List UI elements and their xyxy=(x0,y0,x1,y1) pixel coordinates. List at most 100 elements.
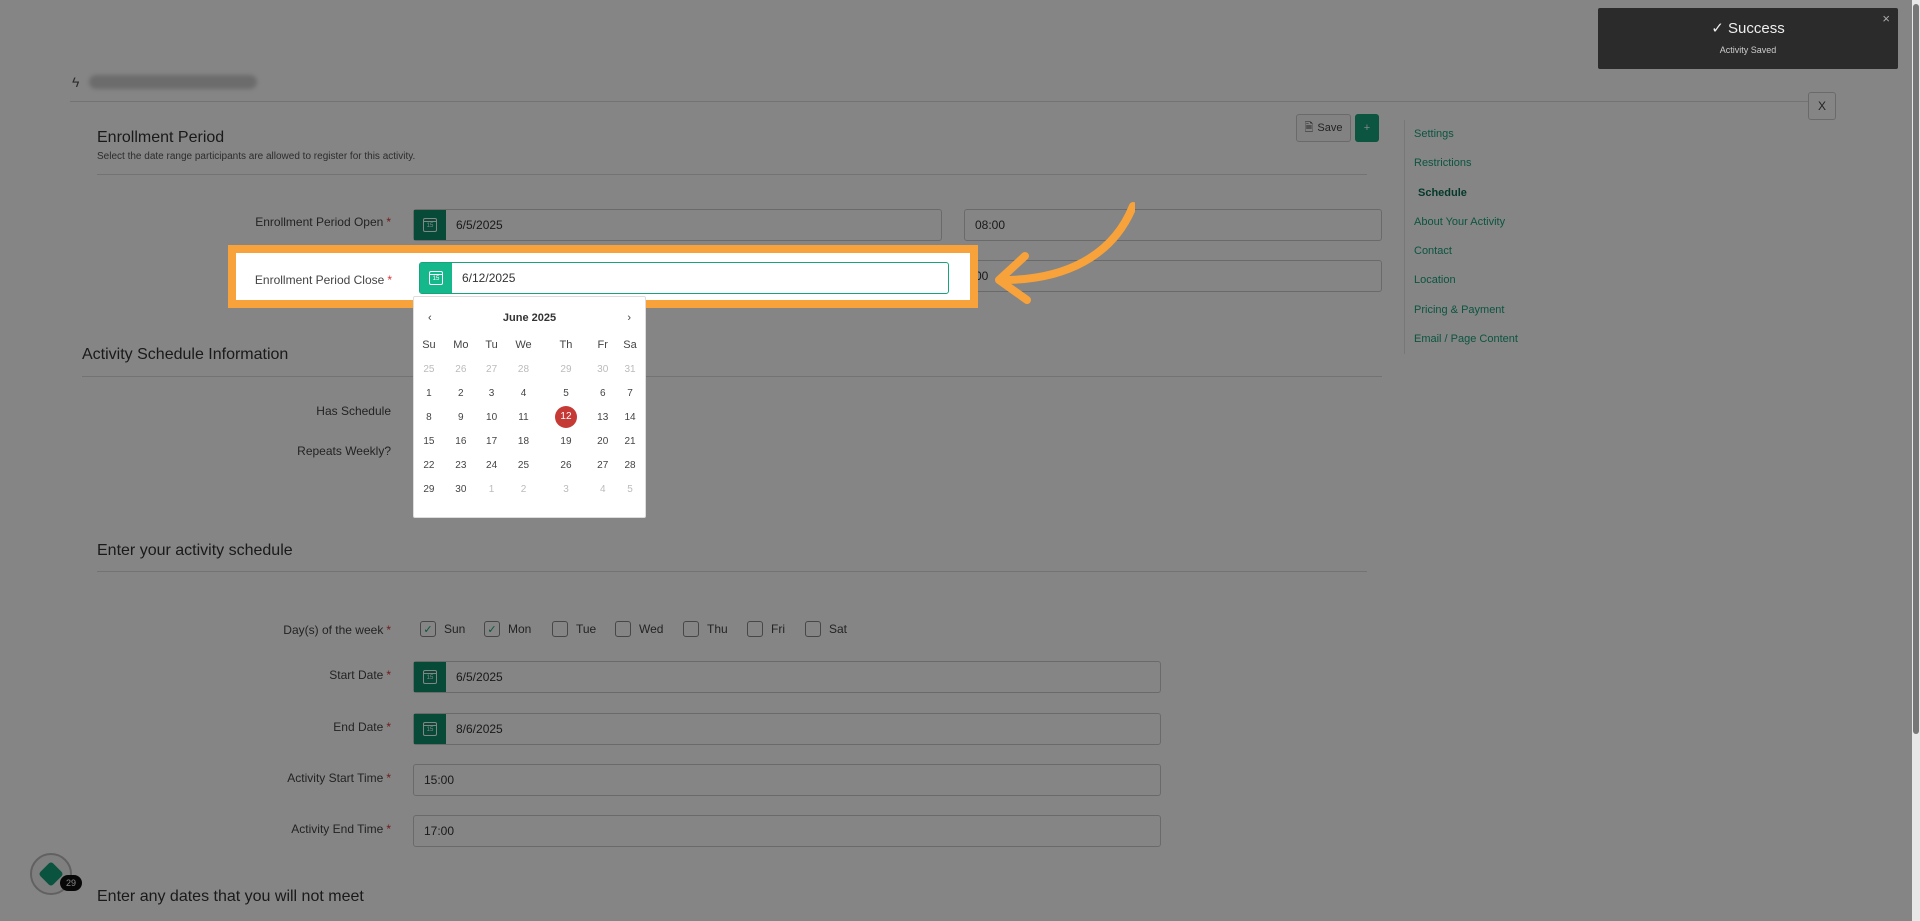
check-circle-icon: ✓ xyxy=(1711,20,1724,37)
calendar-day-number: 2 xyxy=(520,483,527,495)
calendar-day-number: 27 xyxy=(486,363,498,375)
calendar-day[interactable]: 29 xyxy=(542,357,591,381)
dim-overlay xyxy=(0,0,1920,921)
weekday-header: Sa xyxy=(623,339,637,351)
weekday-header: Fr xyxy=(597,339,608,351)
toast-title-text: Success xyxy=(1728,20,1785,37)
calendar-day-number: 26 xyxy=(455,363,467,375)
calendar-day-number: 31 xyxy=(624,363,636,375)
calendar-day[interactable]: 14 xyxy=(615,405,645,429)
calendar-day-number: 11 xyxy=(518,411,529,423)
calendar-day[interactable]: 1 xyxy=(414,381,444,405)
calendar-day-number: 25 xyxy=(517,459,530,471)
date-picker: ‹ June 2025 › Su Mo Tu We Th Fr Sa 25 26 27 28 29 3… xyxy=(413,296,646,518)
calendar-day-number: 28 xyxy=(624,459,636,471)
calendar-day-number: 25 xyxy=(423,363,435,375)
calendar-day-number: 7 xyxy=(627,387,633,399)
calendar-day[interactable]: 5 xyxy=(542,381,591,405)
calendar-day[interactable]: 3 xyxy=(478,381,506,405)
calendar-day-number: 4 xyxy=(520,387,527,399)
calendar-day-number: 30 xyxy=(455,483,467,495)
calendar-day[interactable]: 4 xyxy=(590,477,615,501)
calendar-day[interactable]: 22 xyxy=(414,453,444,477)
calendar-day[interactable]: 30 xyxy=(590,357,615,381)
calendar-day-selected[interactable]: 12 xyxy=(542,405,591,429)
calendar-icon[interactable] xyxy=(420,263,452,293)
calendar-day[interactable]: 29 xyxy=(414,477,444,501)
enrollment-close-date-field[interactable]: 6/12/2025 xyxy=(419,262,949,294)
calendar-day[interactable]: 4 xyxy=(505,381,541,405)
weekday-header: Th xyxy=(559,339,573,351)
calendar-day[interactable]: 15 xyxy=(414,429,444,453)
calendar-day[interactable]: 16 xyxy=(444,429,478,453)
success-toast: ✓ Success Activity Saved × xyxy=(1598,8,1898,69)
calendar-day-number: 3 xyxy=(488,387,495,399)
calendar-day[interactable]: 1 xyxy=(478,477,506,501)
prev-month-button[interactable]: ‹ xyxy=(428,312,432,324)
calendar-day[interactable]: 9 xyxy=(444,405,478,429)
calendar-day[interactable]: 31 xyxy=(615,357,645,381)
calendar-day[interactable]: 28 xyxy=(505,357,541,381)
calendar-day[interactable]: 26 xyxy=(542,453,591,477)
weekday-header: Mo xyxy=(453,339,469,351)
next-month-button[interactable]: › xyxy=(627,312,631,324)
enrollment-close-date-value: 6/12/2025 xyxy=(462,271,516,285)
toast-close-button[interactable]: × xyxy=(1882,11,1890,26)
scrollbar[interactable] xyxy=(1912,0,1920,921)
calendar-day-number: 1 xyxy=(488,483,495,495)
calendar-day[interactable]: 5 xyxy=(615,477,645,501)
calendar-day[interactable]: 3 xyxy=(542,477,591,501)
calendar-month: June 2025 xyxy=(502,312,557,324)
calendar-day[interactable]: 2 xyxy=(505,477,541,501)
calendar-day-number: 29 xyxy=(560,363,572,375)
calendar-day-number: 2 xyxy=(458,387,464,399)
calendar-day[interactable]: 17 xyxy=(478,429,506,453)
calendar-day[interactable]: 27 xyxy=(478,357,506,381)
calendar-day-number: 10 xyxy=(486,411,498,423)
calendar-day[interactable]: 27 xyxy=(590,453,615,477)
scrollbar-thumb[interactable] xyxy=(1913,4,1919,734)
enrollment-close-label-text: Enrollment Period Close xyxy=(254,273,385,287)
calendar-day[interactable]: 26 xyxy=(444,357,478,381)
calendar-day-number: 3 xyxy=(563,483,569,495)
weekday-header: Tu xyxy=(485,339,498,351)
calendar-day-number: 29 xyxy=(423,483,435,495)
calendar-day[interactable]: 20 xyxy=(590,429,615,453)
calendar-day[interactable]: 11 xyxy=(505,405,541,429)
enrollment-close-label: Enrollment Period Close * xyxy=(236,273,392,287)
calendar-day-number: 13 xyxy=(597,411,609,423)
calendar-day-number: 8 xyxy=(426,411,432,423)
calendar-grid: Su Mo Tu We Th Fr Sa 25 26 27 28 29 30 31 1 2 3 4 5 6 7 8 9 10… xyxy=(414,333,645,501)
calendar-day-number: 26 xyxy=(560,459,572,471)
calendar-day[interactable]: 19 xyxy=(542,429,591,453)
calendar-day[interactable]: 24 xyxy=(478,453,506,477)
annotation-arrow xyxy=(995,202,1135,304)
calendar-day[interactable]: 13 xyxy=(590,405,615,429)
calendar-day-number: 4 xyxy=(599,483,606,495)
calendar-day[interactable]: 30 xyxy=(444,477,478,501)
calendar-day-number: 6 xyxy=(599,387,606,399)
calendar-day[interactable]: 21 xyxy=(615,429,645,453)
toast-title: ✓ Success xyxy=(1598,19,1898,37)
calendar-day-number: 20 xyxy=(597,435,609,447)
calendar-day-number: 24 xyxy=(486,459,498,471)
calendar-day-number: 9 xyxy=(458,411,464,423)
calendar-day[interactable]: 18 xyxy=(505,429,541,453)
calendar-day[interactable]: 8 xyxy=(414,405,444,429)
calendar-day[interactable]: 25 xyxy=(505,453,541,477)
weekday-header: We xyxy=(515,339,532,351)
calendar-day-number: 22 xyxy=(423,459,435,471)
calendar-day-number: 16 xyxy=(455,435,467,447)
calendar-day-number: 5 xyxy=(627,483,633,495)
calendar-day[interactable]: 10 xyxy=(478,405,506,429)
calendar-day[interactable]: 23 xyxy=(444,453,478,477)
calendar-day[interactable]: 7 xyxy=(615,381,645,405)
calendar-day[interactable]: 2 xyxy=(444,381,478,405)
calendar-day-number: 19 xyxy=(560,435,572,447)
calendar-day[interactable]: 28 xyxy=(615,453,645,477)
calendar-day-number: 5 xyxy=(563,387,569,399)
calendar-day[interactable]: 6 xyxy=(590,381,615,405)
calendar-day[interactable]: 25 xyxy=(414,357,444,381)
calendar-day-number: 18 xyxy=(517,435,530,447)
calendar-day-number: 14 xyxy=(624,411,636,423)
